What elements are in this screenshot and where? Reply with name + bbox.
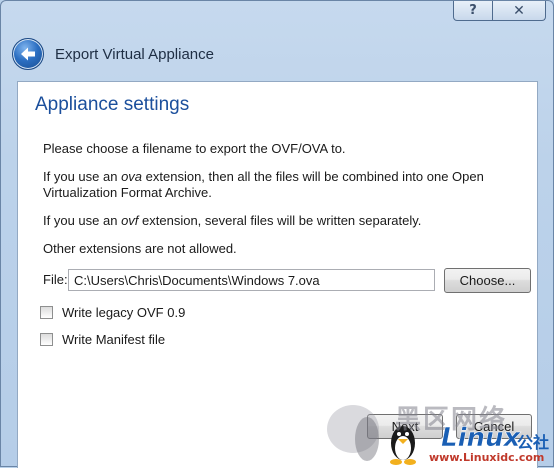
- watermark-url: www.Linuxidc.com: [429, 451, 545, 464]
- ova-text-line2: Virtualization Format Archive.: [43, 185, 212, 200]
- ovf-explanation: If you use an ovf extension, several fil…: [43, 213, 421, 229]
- watermark-brand: Linux: [441, 423, 521, 454]
- ovf-text-pre: If you use an: [43, 213, 122, 228]
- choose-button[interactable]: Choose...: [444, 268, 531, 293]
- site-watermark: 黑区网络 Linux 公社 www.Linuxidc.com: [319, 399, 554, 468]
- back-arrow-icon: [21, 47, 35, 61]
- legacy-ovf-label: Write legacy OVF 0.9: [62, 305, 186, 320]
- manifest-checkbox[interactable]: [40, 333, 53, 346]
- legacy-ovf-option[interactable]: Write legacy OVF 0.9: [40, 305, 185, 320]
- ova-text-post: extension, then all the files will be co…: [142, 169, 484, 184]
- export-wizard-window: ? ✕ Export Virtual Appliance Appliance s…: [0, 0, 554, 468]
- ova-ext: ova: [121, 169, 143, 184]
- help-icon: ?: [469, 3, 477, 18]
- file-path-input[interactable]: [68, 269, 435, 291]
- ovf-ext: ovf: [121, 213, 139, 228]
- manifest-label: Write Manifest file: [62, 332, 166, 347]
- extensions-note: Other extensions are not allowed.: [43, 241, 237, 256]
- close-icon: ✕: [513, 2, 525, 19]
- instruction-text: Please choose a filename to export the O…: [43, 141, 346, 156]
- file-label: File:: [43, 272, 68, 287]
- watermark-brand-suffix: 公社: [517, 433, 550, 452]
- page-title: Appliance settings: [35, 94, 190, 115]
- back-button[interactable]: [12, 38, 44, 70]
- ovf-text-post: extension, several files will be written…: [138, 213, 422, 228]
- help-button[interactable]: ?: [453, 1, 493, 21]
- wizard-title: Export Virtual Appliance: [55, 46, 214, 63]
- manifest-option[interactable]: Write Manifest file: [40, 332, 165, 347]
- ova-explanation: If you use an ova extension, then all th…: [43, 169, 484, 201]
- legacy-ovf-checkbox[interactable]: [40, 306, 53, 319]
- ova-text-pre: If you use an: [43, 169, 122, 184]
- close-button[interactable]: ✕: [492, 1, 546, 21]
